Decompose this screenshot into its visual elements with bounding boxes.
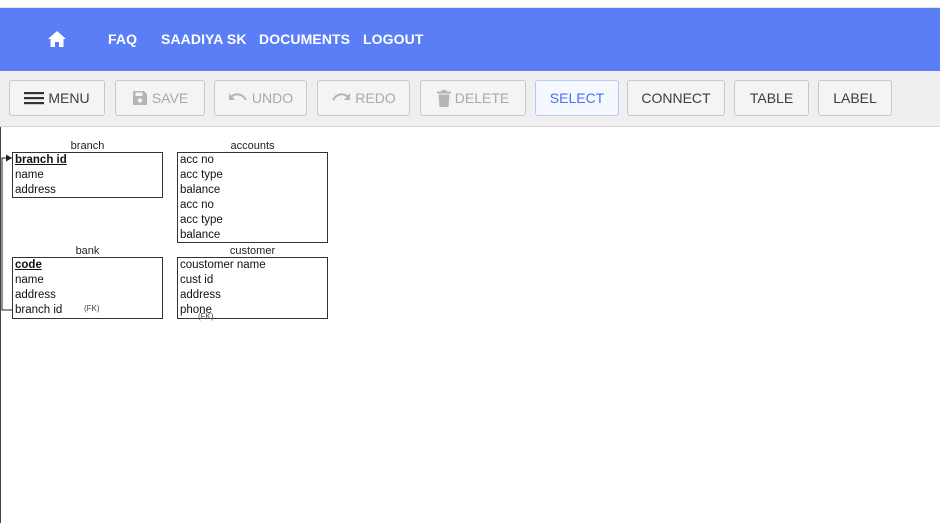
browser-top-strip bbox=[0, 0, 940, 8]
save-button-label: SAVE bbox=[151, 90, 189, 106]
nav-link-faq[interactable]: FAQ bbox=[108, 31, 137, 47]
redo-button[interactable]: REDO bbox=[317, 80, 410, 116]
undo-icon bbox=[228, 93, 247, 101]
home-icon[interactable] bbox=[47, 30, 67, 48]
undo-button-label: UNDO bbox=[251, 90, 294, 106]
connect-button[interactable]: CONNECT bbox=[627, 80, 725, 116]
entity-title-accounts: accounts bbox=[230, 140, 275, 152]
delete-button-label: DELETE bbox=[454, 90, 510, 106]
toolbar: MENU SAVE UNDO REDO DELETE SELECT CONNEC… bbox=[0, 71, 940, 127]
entity-row[interactable]: name bbox=[13, 168, 162, 183]
hamburger-icon bbox=[24, 92, 45, 105]
entity-row[interactable]: acc no bbox=[178, 198, 327, 213]
entity-row[interactable]: code bbox=[13, 258, 162, 273]
entity-row[interactable]: address bbox=[13, 288, 162, 303]
entity-row[interactable]: balance bbox=[178, 183, 327, 198]
nav-link-logout[interactable]: LOGOUT bbox=[363, 31, 423, 47]
label-button-label: LABEL bbox=[833, 90, 877, 106]
fk-label: (FK) bbox=[84, 304, 100, 313]
entity-row[interactable]: coustomer name bbox=[178, 258, 327, 273]
redo-icon bbox=[332, 93, 351, 101]
entity-row[interactable]: address bbox=[13, 183, 162, 198]
entity-accounts[interactable]: acc no acc type balance acc no acc type … bbox=[177, 152, 328, 243]
top-navbar: FAQ SAADIYA SK DOCUMENTS LOGOUT bbox=[0, 8, 940, 71]
entity-row[interactable]: branch id bbox=[13, 153, 162, 168]
menu-button[interactable]: MENU bbox=[9, 80, 105, 116]
menu-button-label: MENU bbox=[48, 90, 90, 106]
entity-row[interactable]: address bbox=[178, 288, 327, 303]
entity-title-branch: branch bbox=[70, 140, 105, 152]
entity-row[interactable]: cust id bbox=[178, 273, 327, 288]
save-button[interactable]: SAVE bbox=[115, 80, 205, 116]
delete-button[interactable]: DELETE bbox=[420, 80, 526, 116]
entity-customer[interactable]: coustomer name cust id address phone bbox=[177, 257, 328, 319]
entity-branch[interactable]: branch id name address bbox=[12, 152, 163, 198]
select-button-label: SELECT bbox=[549, 90, 605, 106]
table-button[interactable]: TABLE bbox=[734, 80, 809, 116]
select-button[interactable]: SELECT bbox=[535, 80, 619, 116]
entity-row[interactable]: acc type bbox=[178, 168, 327, 183]
entity-row[interactable]: acc type bbox=[178, 213, 327, 228]
trash-icon bbox=[436, 89, 451, 107]
nav-link-documents[interactable]: DOCUMENTS bbox=[259, 31, 350, 47]
label-button[interactable]: LABEL bbox=[818, 80, 892, 116]
nav-link-user[interactable]: SAADIYA SK bbox=[161, 31, 247, 47]
entity-title-customer: customer bbox=[229, 245, 276, 257]
save-icon bbox=[132, 91, 147, 105]
fk-label: (FK) bbox=[198, 312, 214, 321]
entity-title-bank: bank bbox=[75, 245, 100, 257]
connect-button-label: CONNECT bbox=[641, 90, 711, 106]
entity-row[interactable]: balance bbox=[178, 228, 327, 243]
entity-row[interactable]: acc no bbox=[178, 153, 327, 168]
table-button-label: TABLE bbox=[749, 90, 794, 106]
undo-button[interactable]: UNDO bbox=[214, 80, 307, 116]
redo-button-label: REDO bbox=[355, 90, 396, 106]
entity-row[interactable]: name bbox=[13, 273, 162, 288]
